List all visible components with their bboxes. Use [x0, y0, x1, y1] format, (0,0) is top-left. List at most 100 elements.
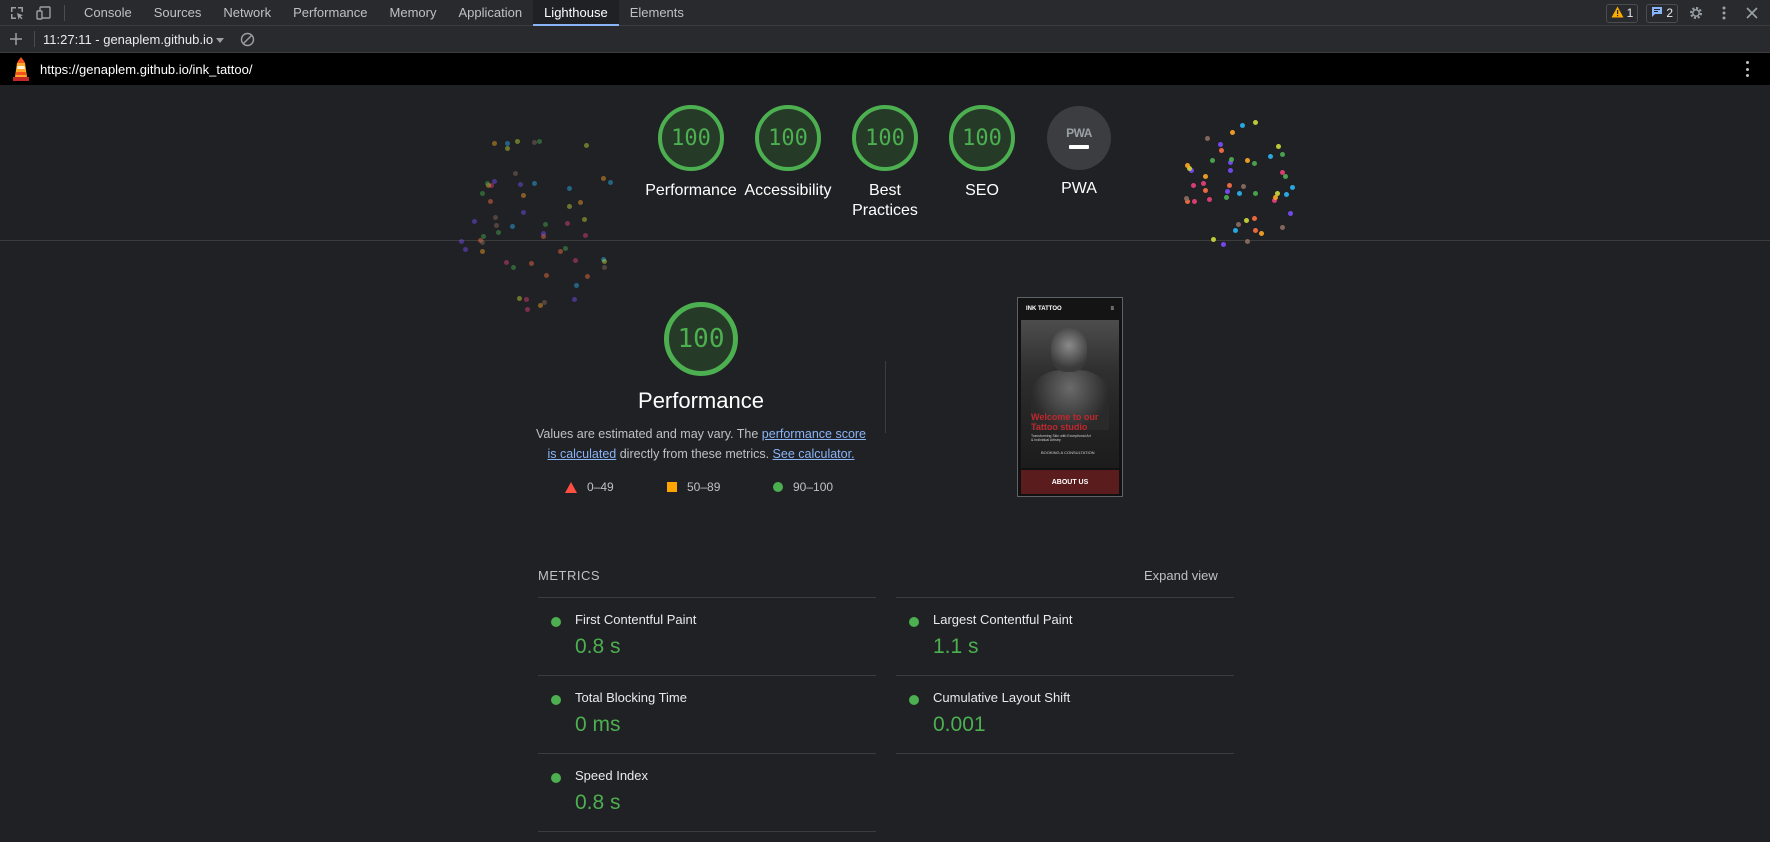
- tab-memory[interactable]: Memory: [379, 0, 448, 26]
- metric-value: 0.8 s: [575, 635, 621, 658]
- confetti-dot: [572, 258, 578, 264]
- pass-circle-icon: [551, 617, 561, 627]
- gauge-pwa[interactable]: PWA PWA: [1031, 106, 1127, 199]
- thumb-brand: INK TATTOO: [1026, 306, 1062, 312]
- average-square-icon: [667, 482, 677, 492]
- confetti-dot: [1210, 157, 1216, 163]
- tab-elements[interactable]: Elements: [619, 0, 695, 26]
- plus-icon[interactable]: [6, 29, 26, 49]
- tab-console[interactable]: Console: [73, 0, 143, 26]
- tab-sources[interactable]: Sources: [143, 0, 213, 26]
- confetti-dot: [1279, 151, 1285, 157]
- gauge-label: Best Practices: [852, 182, 918, 219]
- confetti-dot: [1243, 218, 1249, 223]
- confetti-dot: [531, 180, 537, 186]
- pwa-badge-icon: PWA: [1047, 106, 1111, 170]
- device-toolbar-icon[interactable]: [34, 3, 54, 23]
- gauge-label: Performance: [645, 182, 737, 199]
- metric-name: Total Blocking Time: [575, 690, 687, 705]
- expand-view-button[interactable]: Expand view: [1144, 568, 1218, 583]
- confetti-dot: [517, 296, 523, 302]
- confetti-dot: [504, 259, 510, 265]
- gear-icon[interactable]: [1686, 3, 1706, 23]
- toolbar-divider: [64, 4, 65, 21]
- gauge-accessibility[interactable]: 100 Accessibility: [740, 105, 836, 201]
- tab-application[interactable]: Application: [447, 0, 533, 26]
- thumb-footer: ABOUT US: [1021, 470, 1119, 494]
- thumb-subtext: Transforming Skin with Exceptional Art &…: [1031, 434, 1091, 442]
- dropdown-arrow-icon: [216, 32, 225, 47]
- legend-pass: 90–100: [773, 480, 833, 494]
- confetti-dot: [602, 258, 608, 264]
- confetti-dot: [463, 247, 469, 253]
- metric-name: Largest Contentful Paint: [933, 612, 1073, 627]
- pass-circle-icon: [551, 695, 561, 705]
- confetti-dot: [531, 139, 537, 145]
- pass-circle-icon: [773, 482, 783, 492]
- confetti-dot: [572, 297, 578, 303]
- gauge-seo[interactable]: 100 SEO: [934, 105, 1030, 201]
- warning-icon: [1611, 6, 1624, 21]
- confetti-dot: [505, 140, 511, 146]
- metric-divider: [538, 597, 876, 598]
- confetti-dot: [1236, 190, 1242, 196]
- see-calculator-link[interactable]: See calculator.: [773, 447, 855, 461]
- confetti-dot: [1210, 236, 1216, 242]
- final-screenshot[interactable]: INK TATTOO ≡ Welcome to our Tattoo studi…: [1017, 297, 1123, 497]
- metric-divider: [538, 831, 876, 832]
- legend-range: 50–89: [687, 480, 721, 494]
- confetti-dot: [529, 260, 535, 266]
- pass-circle-icon: [909, 695, 919, 705]
- report-url[interactable]: https://genaplem.github.io/ink_tattoo/: [40, 62, 252, 77]
- thumb-headline: Welcome to our Tattoo studio: [1031, 412, 1099, 432]
- confetti-dot: [492, 140, 498, 146]
- confetti-dot: [1245, 239, 1251, 245]
- category-gauges: 100 Performance 100 Accessibility 100 Be…: [0, 105, 1770, 240]
- confetti-dot: [459, 238, 465, 244]
- pwa-dash: [1069, 145, 1089, 149]
- gauge-best-practices[interactable]: 100 Best Practices: [837, 105, 933, 221]
- lighthouse-logo-icon: [12, 57, 30, 81]
- thumb-menu-icon: ≡: [1110, 306, 1114, 312]
- report-menu-icon[interactable]: [1744, 61, 1750, 77]
- message-icon: [1651, 6, 1663, 21]
- tab-performance[interactable]: Performance: [282, 0, 378, 26]
- confetti-dot: [471, 219, 477, 225]
- pass-circle-icon: [909, 617, 919, 627]
- confetti-dot: [574, 283, 580, 289]
- inspect-element-icon[interactable]: [7, 3, 27, 23]
- gauge-performance[interactable]: 100 Performance: [643, 105, 739, 201]
- legend-average: 50–89: [667, 480, 720, 494]
- metric-value: 0 ms: [575, 713, 621, 736]
- legend-range: 0–49: [587, 480, 614, 494]
- metric-divider: [538, 675, 876, 676]
- close-icon[interactable]: [1742, 3, 1762, 23]
- metric-value: 1.1 s: [933, 635, 979, 658]
- report-selector-bar: 11:27:11 - genaplem.github.io: [0, 26, 1770, 53]
- metric-divider: [896, 597, 1234, 598]
- confetti-dot: [583, 142, 589, 148]
- metric-name: First Contentful Paint: [575, 612, 697, 627]
- confetti-dot: [479, 190, 485, 196]
- confetti-dot: [1240, 183, 1246, 189]
- confetti-dot: [1219, 147, 1225, 153]
- confetti-dot: [566, 185, 572, 191]
- metric-divider: [896, 675, 1234, 676]
- report-url-bar: https://genaplem.github.io/ink_tattoo/: [0, 53, 1770, 85]
- confetti-dot: [1232, 227, 1238, 233]
- confetti-dot: [577, 200, 583, 206]
- tab-lighthouse[interactable]: Lighthouse: [533, 0, 619, 26]
- confetti-dot: [1252, 119, 1258, 125]
- confetti-dot: [542, 300, 548, 306]
- clear-icon[interactable]: [238, 30, 256, 48]
- confetti-dot: [1183, 195, 1189, 201]
- report-select[interactable]: 11:27:11 - genaplem.github.io: [43, 32, 225, 47]
- more-vertical-icon[interactable]: [1714, 3, 1734, 23]
- fail-triangle-icon: [565, 481, 577, 493]
- tab-network[interactable]: Network: [212, 0, 282, 26]
- messages-badge[interactable]: 2: [1646, 3, 1678, 23]
- legend-fail: 0–49: [565, 480, 614, 494]
- header-divider: [0, 240, 1770, 241]
- confetti-dot: [520, 193, 526, 199]
- warnings-badge[interactable]: 1: [1605, 3, 1639, 23]
